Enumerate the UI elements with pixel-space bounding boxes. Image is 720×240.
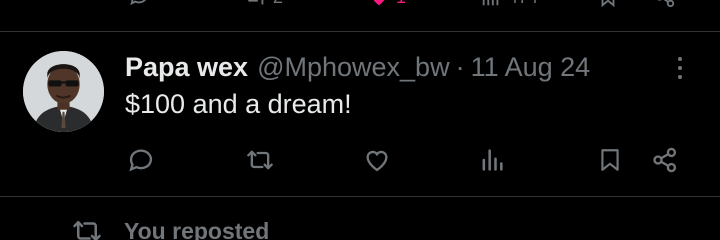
repost-arrows-icon <box>247 0 264 5</box>
repost-arrows-icon <box>73 221 101 240</box>
bookmark-icon <box>601 149 619 171</box>
share-button[interactable] <box>650 143 680 177</box>
previous-bookmark-button[interactable] <box>597 0 619 8</box>
more-dot-icon <box>678 66 682 70</box>
previous-like-button[interactable]: 1 <box>368 0 406 8</box>
more-dot-icon <box>678 75 682 79</box>
separator: · <box>455 51 465 82</box>
more-dot-icon <box>678 57 682 61</box>
share-icon <box>653 147 677 173</box>
avatar-image <box>23 51 104 132</box>
previous-share-button[interactable] <box>654 0 676 8</box>
heart-filled-icon <box>373 0 385 6</box>
previous-reply-button[interactable] <box>128 0 150 8</box>
previous-like-count: 1 <box>396 0 406 8</box>
speech-bubble-icon <box>129 149 153 172</box>
bar-chart-icon <box>482 0 499 6</box>
views-button[interactable] <box>478 143 506 177</box>
timeline: 2 1 474 <box>0 0 720 240</box>
tweet-header: Papa wex @Mphowex_bw · 11 Aug 24 <box>125 50 590 84</box>
repost-context-label[interactable]: You reposted <box>124 218 269 240</box>
repost-arrows-icon <box>247 150 273 170</box>
like-button[interactable] <box>362 143 392 177</box>
tweet-text: $100 and a dream! <box>125 89 352 119</box>
share-icon <box>657 0 675 8</box>
reply-button[interactable] <box>126 143 156 177</box>
repost-button[interactable] <box>244 143 276 177</box>
previous-repost-count: 2 <box>273 0 283 8</box>
repost-context: You reposted <box>72 216 269 240</box>
tweet-date[interactable]: 11 Aug 24 <box>471 52 591 83</box>
avatar[interactable] <box>23 51 104 132</box>
bookmark-button[interactable] <box>597 143 623 177</box>
speech-bubble-icon <box>130 0 146 6</box>
author-handle[interactable]: @Mphowex_bw <box>257 52 450 83</box>
previous-repost-button[interactable]: 2 <box>245 0 283 8</box>
more-options-button[interactable] <box>670 53 690 83</box>
bookmark-icon <box>601 0 615 8</box>
tweet-actions <box>0 143 720 177</box>
divider <box>0 31 720 32</box>
author-name[interactable]: Papa wex <box>125 52 248 83</box>
heart-icon <box>366 150 388 172</box>
previous-tweet-actions: 2 1 474 <box>0 0 720 10</box>
previous-views-button[interactable]: 474 <box>480 0 538 8</box>
previous-view-count: 474 <box>508 0 538 8</box>
divider <box>0 196 720 197</box>
bar-chart-icon <box>482 149 503 171</box>
